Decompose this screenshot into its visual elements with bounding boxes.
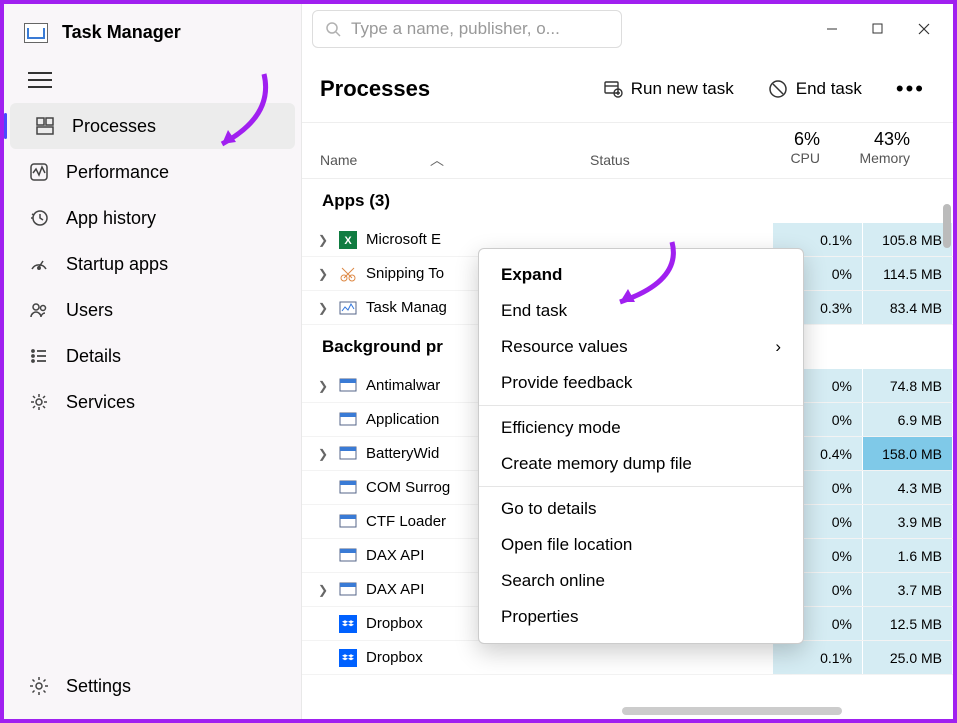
sidebar-item-settings[interactable]: Settings bbox=[4, 663, 301, 709]
context-menu-item[interactable]: Provide feedback bbox=[479, 365, 803, 401]
sidebar-item-label: Settings bbox=[66, 676, 131, 697]
expand-chevron-icon[interactable]: ❯ bbox=[314, 583, 332, 597]
process-name: Microsoft E bbox=[366, 231, 623, 248]
expand-chevron-icon[interactable]: ❯ bbox=[314, 447, 332, 461]
process-icon bbox=[338, 580, 358, 600]
process-icon bbox=[338, 376, 358, 396]
process-icon bbox=[338, 478, 358, 498]
context-menu-item[interactable]: Search online bbox=[479, 563, 803, 599]
memory-cell: 83.4 MB bbox=[863, 291, 953, 324]
app-title: Task Manager bbox=[62, 22, 181, 43]
sidebar-item-performance[interactable]: Performance bbox=[4, 149, 301, 195]
sidebar-item-label: Details bbox=[66, 346, 121, 367]
grid-icon bbox=[34, 115, 56, 137]
memory-cell: 4.3 MB bbox=[863, 471, 953, 504]
run-task-icon bbox=[603, 79, 623, 99]
sidebar-item-processes[interactable]: Processes bbox=[10, 103, 295, 149]
process-icon bbox=[338, 546, 358, 566]
memory-cell: 1.6 MB bbox=[863, 539, 953, 572]
gauge-icon bbox=[28, 253, 50, 275]
process-name: Dropbox bbox=[366, 649, 623, 666]
context-menu-item[interactable]: Expand bbox=[479, 257, 803, 293]
memory-cell: 105.8 MB bbox=[863, 223, 953, 256]
memory-cell: 3.9 MB bbox=[863, 505, 953, 538]
memory-cell: 114.5 MB bbox=[863, 257, 953, 290]
context-menu-item[interactable]: Go to details bbox=[479, 491, 803, 527]
nav-list: Processes Performance App history Startu… bbox=[4, 103, 301, 663]
sidebar-item-label: Services bbox=[66, 392, 135, 413]
hamburger-menu-icon[interactable] bbox=[28, 67, 52, 93]
page-title: Processes bbox=[320, 76, 430, 102]
end-task-button[interactable]: End task bbox=[758, 73, 872, 105]
table-row[interactable]: Dropbox 0.1%25.0 MB bbox=[302, 641, 953, 675]
expand-chevron-icon[interactable]: ❯ bbox=[314, 301, 332, 315]
context-menu: ExpandEnd taskResource values›Provide fe… bbox=[478, 248, 804, 644]
sort-chevron-icon: ︿ bbox=[430, 150, 444, 170]
context-menu-item[interactable]: Open file location bbox=[479, 527, 803, 563]
memory-cell: 25.0 MB bbox=[863, 641, 953, 674]
sidebar-item-startup-apps[interactable]: Startup apps bbox=[4, 241, 301, 287]
memory-cell: 12.5 MB bbox=[863, 607, 953, 640]
sidebar-item-label: Users bbox=[66, 300, 113, 321]
gear-icon bbox=[28, 391, 50, 413]
context-menu-item[interactable]: End task bbox=[479, 293, 803, 329]
sidebar-item-details[interactable]: Details bbox=[4, 333, 301, 379]
memory-cell: 3.7 MB bbox=[863, 573, 953, 606]
history-icon bbox=[28, 207, 50, 229]
group-header: Apps (3) bbox=[302, 179, 953, 223]
expand-chevron-icon[interactable]: ❯ bbox=[314, 379, 332, 393]
svg-text:X: X bbox=[344, 235, 352, 247]
context-menu-item[interactable]: Efficiency mode bbox=[479, 410, 803, 446]
vertical-scrollbar[interactable] bbox=[943, 204, 951, 248]
process-icon bbox=[338, 264, 358, 284]
process-icon bbox=[338, 614, 358, 634]
search-placeholder: Type a name, publisher, o... bbox=[351, 19, 560, 39]
column-headers[interactable]: ︿Name Status 6%CPU 43%Memory bbox=[302, 123, 953, 179]
app-icon bbox=[24, 23, 48, 43]
sidebar-item-label: Startup apps bbox=[66, 254, 168, 275]
more-button[interactable]: ••• bbox=[886, 70, 935, 108]
context-menu-item[interactable]: Create memory dump file bbox=[479, 446, 803, 482]
pulse-icon bbox=[28, 161, 50, 183]
memory-cell: 6.9 MB bbox=[863, 403, 953, 436]
horizontal-scrollbar[interactable] bbox=[622, 707, 842, 715]
sidebar-item-label: App history bbox=[66, 208, 156, 229]
search-icon bbox=[325, 21, 341, 37]
list-icon bbox=[28, 345, 50, 367]
run-new-task-button[interactable]: Run new task bbox=[593, 73, 744, 105]
close-button[interactable] bbox=[901, 13, 947, 45]
end-task-icon bbox=[768, 79, 788, 99]
process-icon bbox=[338, 444, 358, 464]
context-menu-item[interactable]: Properties bbox=[479, 599, 803, 635]
sidebar-item-users[interactable]: Users bbox=[4, 287, 301, 333]
process-icon bbox=[338, 298, 358, 318]
expand-chevron-icon[interactable]: ❯ bbox=[314, 233, 332, 247]
context-menu-item[interactable]: Resource values› bbox=[479, 329, 803, 365]
sidebar-item-label: Performance bbox=[66, 162, 169, 183]
maximize-button[interactable] bbox=[855, 13, 901, 45]
memory-cell: 74.8 MB bbox=[863, 369, 953, 402]
process-icon bbox=[338, 410, 358, 430]
settings-icon bbox=[28, 675, 50, 697]
users-icon bbox=[28, 299, 50, 321]
cpu-cell: 0.1% bbox=[773, 641, 863, 674]
sidebar-item-services[interactable]: Services bbox=[4, 379, 301, 425]
process-icon bbox=[338, 648, 358, 668]
minimize-button[interactable] bbox=[809, 13, 855, 45]
search-input[interactable]: Type a name, publisher, o... bbox=[312, 10, 622, 48]
process-icon bbox=[338, 512, 358, 532]
expand-chevron-icon[interactable]: ❯ bbox=[314, 267, 332, 281]
process-icon: X bbox=[338, 230, 358, 250]
sidebar: Task Manager Processes Performance App h… bbox=[4, 4, 302, 719]
memory-cell: 158.0 MB bbox=[863, 437, 953, 470]
sidebar-item-app-history[interactable]: App history bbox=[4, 195, 301, 241]
sidebar-item-label: Processes bbox=[72, 116, 156, 137]
chevron-right-icon: › bbox=[775, 337, 781, 357]
